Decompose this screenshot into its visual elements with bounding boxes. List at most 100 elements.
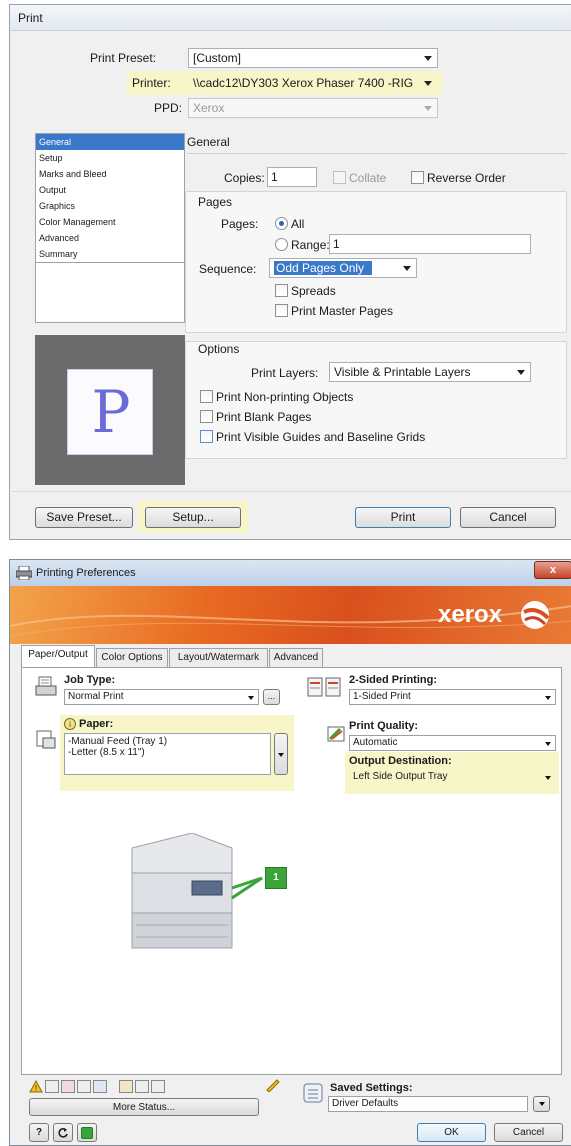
non-printing-objects-checkbox[interactable] [200, 390, 213, 403]
tab-advanced[interactable]: Advanced [269, 648, 323, 668]
category-divider [36, 262, 184, 263]
category-marks-and-bleed[interactable]: Marks and Bleed [36, 166, 184, 182]
pages-all-radio[interactable] [275, 217, 288, 230]
warning-icon: ! [29, 1080, 43, 1093]
category-setup[interactable]: Setup [36, 150, 184, 166]
print-cancel-button[interactable]: Cancel [460, 507, 556, 528]
range-input[interactable]: 1 [329, 234, 531, 254]
printer-label: Printer: [132, 76, 171, 90]
copies-label: Copies: [224, 171, 265, 185]
pin-icon[interactable] [265, 1078, 281, 1092]
category-general[interactable]: General [36, 134, 184, 150]
paper-summary-box[interactable]: -Manual Feed (Tray 1) -Letter (8.5 x 11"… [64, 733, 271, 775]
chevron-down-icon [545, 776, 551, 780]
page-preview: P [35, 335, 185, 485]
paper-size-line: -Letter (8.5 x 11") [68, 747, 145, 758]
chevron-down-icon [278, 753, 284, 757]
two-sided-icon [307, 677, 341, 697]
print-quality-select[interactable]: Automatic [349, 735, 556, 751]
job-type-label: Job Type: [64, 674, 116, 686]
chevron-down-icon [539, 1102, 545, 1106]
saved-settings-select[interactable]: Driver Defaults [328, 1096, 528, 1112]
status-button[interactable] [77, 1123, 97, 1142]
print-button[interactable]: Print [355, 507, 451, 528]
printer-select[interactable]: \\cadc12\DY303 Xerox Phaser 7400 -RIG [188, 73, 438, 93]
paper-tray-line: -Manual Feed (Tray 1) [68, 736, 168, 747]
help-button[interactable]: ? [29, 1123, 49, 1142]
chevron-down-icon [424, 56, 432, 61]
print-master-pages-checkbox[interactable] [275, 304, 288, 317]
category-graphics[interactable]: Graphics [36, 198, 184, 214]
job-type-more-button[interactable]: ... [263, 689, 280, 705]
copies-input[interactable]: 1 [267, 167, 317, 187]
details-status-icon [151, 1080, 165, 1093]
job-status-icon [119, 1080, 133, 1093]
paper-dropdown-button[interactable] [274, 733, 288, 775]
xerox-logo-text: xerox [438, 601, 503, 628]
more-status-button[interactable]: More Status... [29, 1098, 259, 1116]
green-status-icon [81, 1127, 93, 1139]
category-list: General Setup Marks and Bleed Output Gra… [35, 133, 185, 323]
reverse-order-checkbox[interactable] [411, 171, 424, 184]
prefs-cancel-button[interactable]: Cancel [494, 1123, 563, 1142]
saved-settings-label: Saved Settings: [330, 1082, 413, 1094]
pages-range-radio[interactable] [275, 238, 288, 251]
chevron-down-icon [248, 696, 254, 700]
ppd-value: Xerox [193, 101, 225, 115]
collate-checkbox[interactable] [333, 171, 346, 184]
guides-label: Print Visible Guides and Baseline Grids [216, 430, 426, 444]
setup-button[interactable]: Setup... [145, 507, 241, 528]
print-master-pages-label: Print Master Pages [291, 304, 394, 318]
output-destination-select[interactable]: Left Side Output Tray [349, 769, 556, 785]
category-output[interactable]: Output [36, 182, 184, 198]
non-printing-objects-label: Print Non-printing Objects [216, 390, 354, 404]
chevron-down-icon [424, 81, 432, 86]
paper-tray-icon [36, 730, 56, 749]
printer-icon [16, 566, 32, 580]
paper-tray-status-icon [61, 1080, 75, 1093]
list-status-icon [135, 1080, 149, 1093]
prefs-title: Printing Preferences [36, 567, 136, 579]
category-advanced[interactable]: Advanced [36, 230, 184, 246]
drum-status-icon [93, 1080, 107, 1093]
print-quality-value: Automatic [353, 737, 398, 748]
ppd-select[interactable]: Xerox [188, 98, 438, 118]
close-icon: x [549, 564, 557, 576]
output-destination-label: Output Destination: [349, 755, 452, 767]
tab-paper-output[interactable]: Paper/Output [21, 645, 95, 667]
save-preset-button[interactable]: Save Preset... [35, 507, 133, 528]
print-preset-select[interactable]: [Custom] [188, 48, 438, 68]
button-divider [12, 491, 571, 492]
sequence-select[interactable]: Odd Pages Only [269, 258, 417, 278]
print-dialog: Print Print Preset: [Custom] Printer: \\… [9, 4, 571, 540]
job-type-select[interactable]: Normal Print [64, 689, 259, 705]
tray-badge: 1 [265, 867, 287, 889]
reverse-order-label: Reverse Order [427, 171, 506, 185]
restore-defaults-button[interactable] [53, 1123, 73, 1142]
xerox-banner: xerox [10, 586, 571, 644]
chevron-down-icon [545, 742, 551, 746]
section-title: General [187, 135, 230, 149]
options-group-title: Options [198, 342, 240, 356]
blank-pages-checkbox[interactable] [200, 410, 213, 423]
svg-text:i: i [69, 720, 71, 729]
guides-checkbox[interactable] [200, 430, 213, 443]
category-color-management[interactable]: Color Management [36, 214, 184, 230]
spreads-checkbox[interactable] [275, 284, 288, 297]
tab-layout-watermark[interactable]: Layout/Watermark [169, 648, 268, 668]
print-layers-select[interactable]: Visible & Printable Layers [329, 362, 531, 382]
ok-button[interactable]: OK [417, 1123, 486, 1142]
category-summary[interactable]: Summary [36, 246, 184, 262]
close-button[interactable]: x [534, 561, 571, 579]
restore-icon [58, 1128, 68, 1138]
job-type-value: Normal Print [68, 691, 124, 702]
print-quality-icon [327, 726, 345, 742]
print-preset-label: Print Preset: [90, 51, 157, 65]
chevron-down-icon [545, 696, 551, 700]
tab-color-options[interactable]: Color Options [96, 648, 168, 668]
saved-settings-dropdown-button[interactable] [533, 1096, 550, 1112]
print-quality-label: Print Quality: [349, 720, 419, 732]
tab-panel: Job Type: Normal Print ... 2-Sided Print… [21, 667, 562, 1075]
two-sided-select[interactable]: 1-Sided Print [349, 689, 556, 705]
job-type-icon [35, 676, 57, 696]
